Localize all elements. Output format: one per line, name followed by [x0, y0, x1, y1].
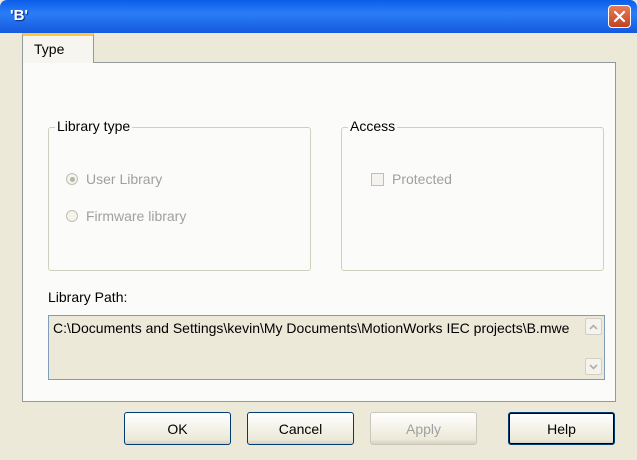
library-type-legend: Library type [55, 118, 133, 134]
firmware-library-label: Firmware library [86, 208, 187, 224]
cancel-button[interactable]: Cancel [247, 412, 354, 445]
access-legend: Access [348, 118, 398, 134]
library-path-label: Library Path: [48, 289, 128, 305]
arrow-down-icon [589, 363, 598, 370]
close-icon [613, 10, 626, 23]
window-title: 'B' [10, 7, 28, 24]
checkbox-icon [371, 172, 384, 186]
tab-type[interactable]: Type [22, 33, 94, 63]
library-type-group: Library type User Library Firmware libra… [48, 118, 311, 271]
library-path-field[interactable]: C:\Documents and Settings\kevin\My Docum… [48, 315, 605, 380]
apply-button[interactable]: Apply [370, 412, 477, 445]
radio-selected-icon [66, 173, 78, 185]
library-path-value: C:\Documents and Settings\kevin\My Docum… [53, 320, 570, 336]
firmware-library-radio[interactable]: Firmware library [66, 208, 186, 224]
close-button[interactable] [608, 5, 631, 28]
access-group: Access Protected [341, 118, 604, 271]
user-library-radio[interactable]: User Library [66, 171, 162, 187]
path-scrollbar[interactable] [585, 318, 602, 377]
scroll-up-button[interactable] [585, 318, 602, 335]
tab-panel-type: Library type User Library Firmware libra… [22, 62, 616, 402]
protected-checkbox[interactable]: Protected [371, 171, 452, 187]
tab-type-label: Type [34, 41, 65, 57]
help-button[interactable]: Help [508, 412, 615, 445]
protected-label: Protected [392, 171, 452, 187]
user-library-label: User Library [86, 171, 163, 187]
title-bar[interactable]: 'B' [0, 0, 637, 33]
ok-button[interactable]: OK [124, 412, 231, 445]
radio-unselected-icon [66, 210, 78, 222]
scroll-down-button[interactable] [585, 358, 602, 375]
arrow-up-icon [589, 323, 598, 330]
dialog-window: 'B' Type Library type User Library Firmw… [0, 0, 637, 460]
scroll-track[interactable] [585, 335, 602, 358]
